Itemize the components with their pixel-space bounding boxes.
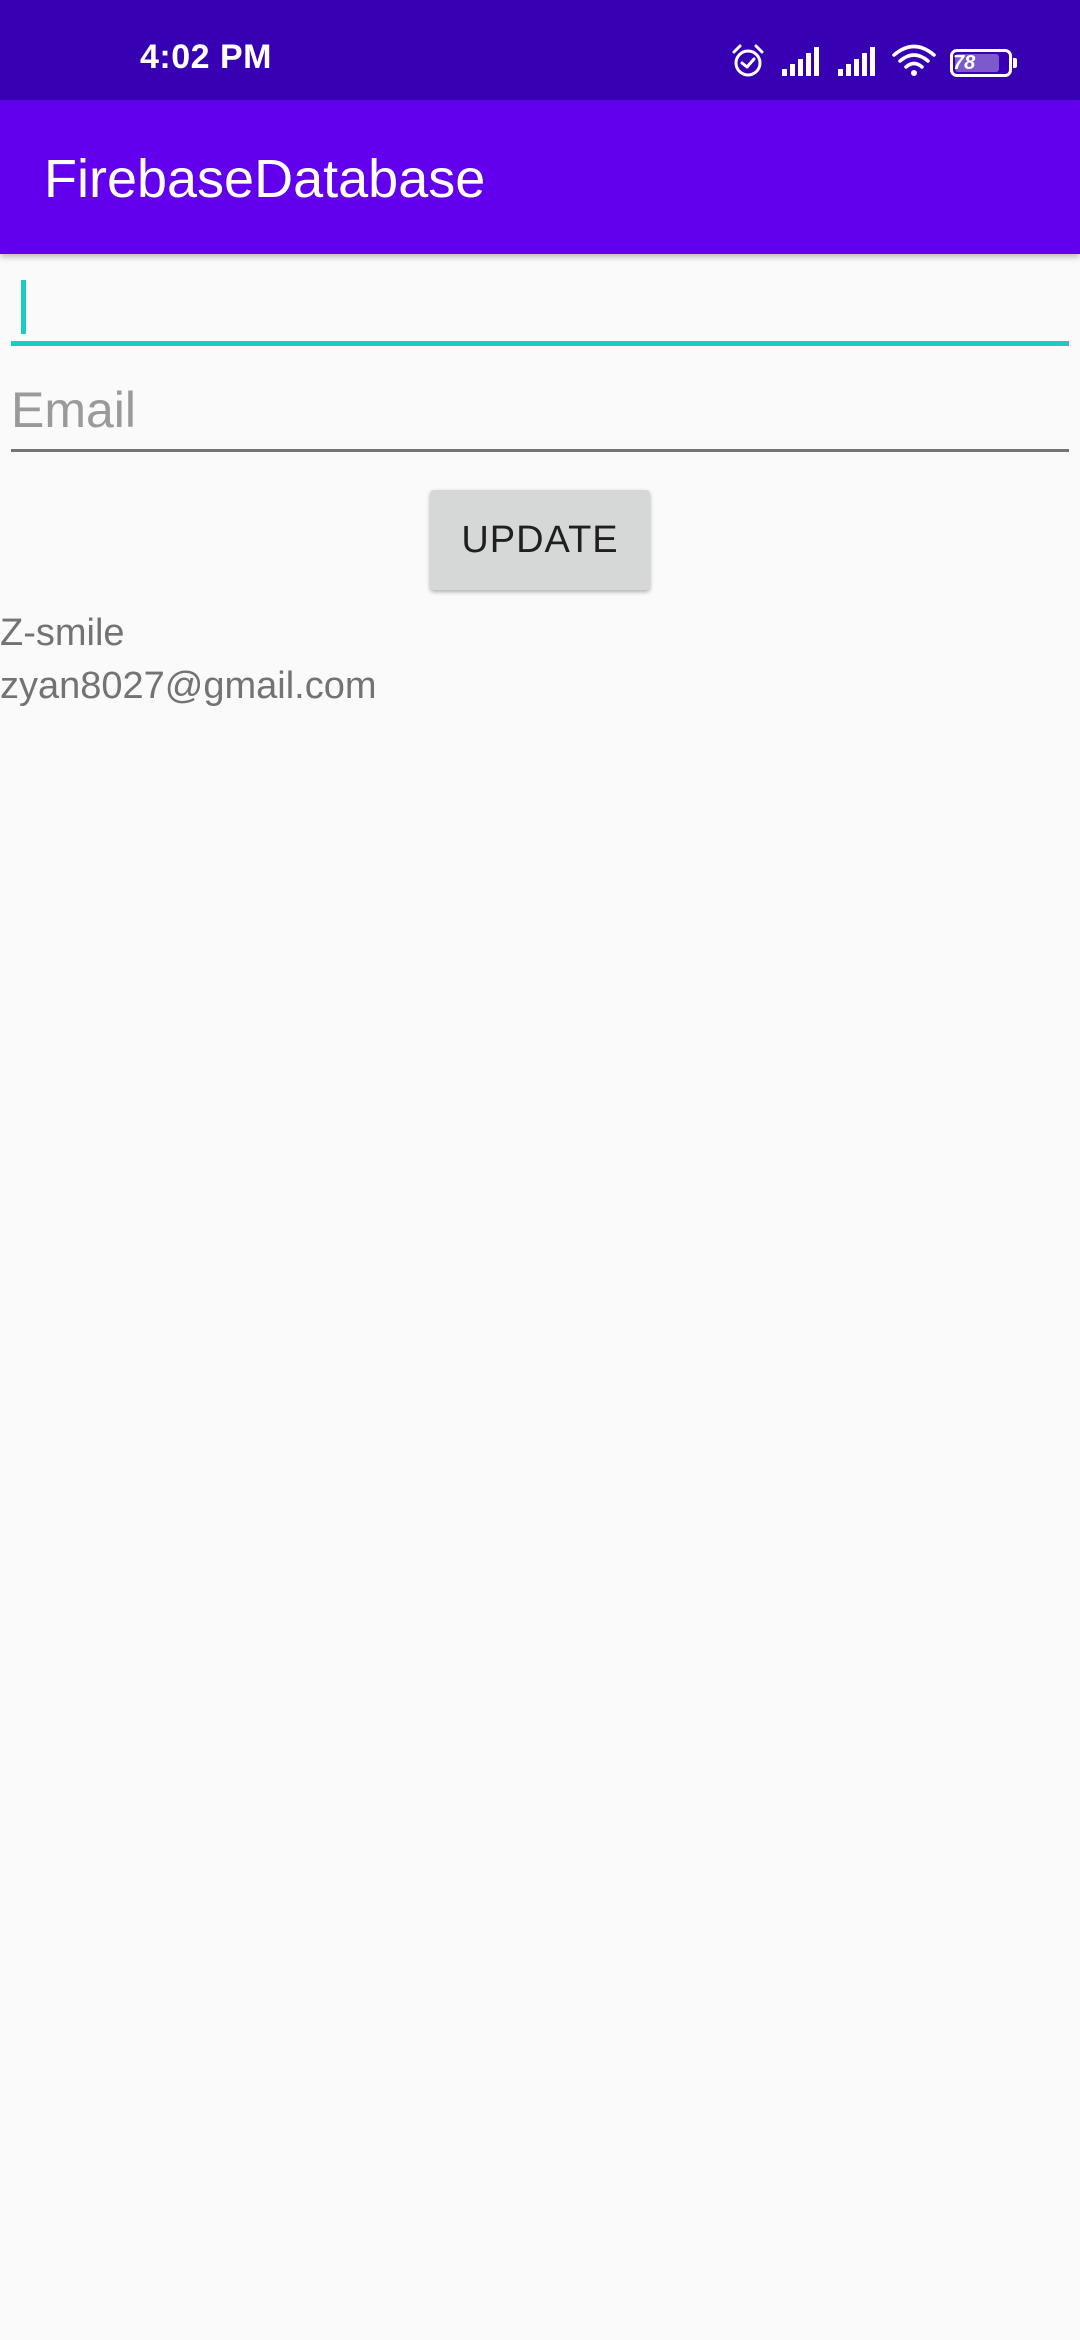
status-icons: 78 bbox=[716, 40, 1017, 86]
signal-icon bbox=[780, 45, 822, 82]
app-bar: FirebaseDatabase bbox=[0, 100, 1080, 254]
alarm-icon bbox=[730, 43, 766, 84]
signal-icon bbox=[836, 45, 878, 82]
update-button[interactable]: UPDATE bbox=[430, 490, 650, 590]
text-cursor bbox=[21, 280, 26, 334]
status-time: 4:02 PM bbox=[140, 38, 272, 76]
result-email: zyan8027@gmail.com bbox=[0, 665, 377, 707]
wifi-icon bbox=[892, 44, 936, 83]
result-name: Z-smile bbox=[0, 612, 125, 654]
battery-level: 78 bbox=[953, 52, 976, 74]
name-field[interactable] bbox=[11, 272, 1069, 346]
status-bar: 4:02 PM 78 bbox=[0, 0, 1080, 100]
email-input[interactable] bbox=[11, 378, 1069, 442]
app-title: FirebaseDatabase bbox=[44, 149, 486, 209]
name-input[interactable] bbox=[31, 280, 1037, 338]
battery-icon: 78 bbox=[950, 49, 1017, 77]
email-field[interactable] bbox=[11, 370, 1069, 452]
